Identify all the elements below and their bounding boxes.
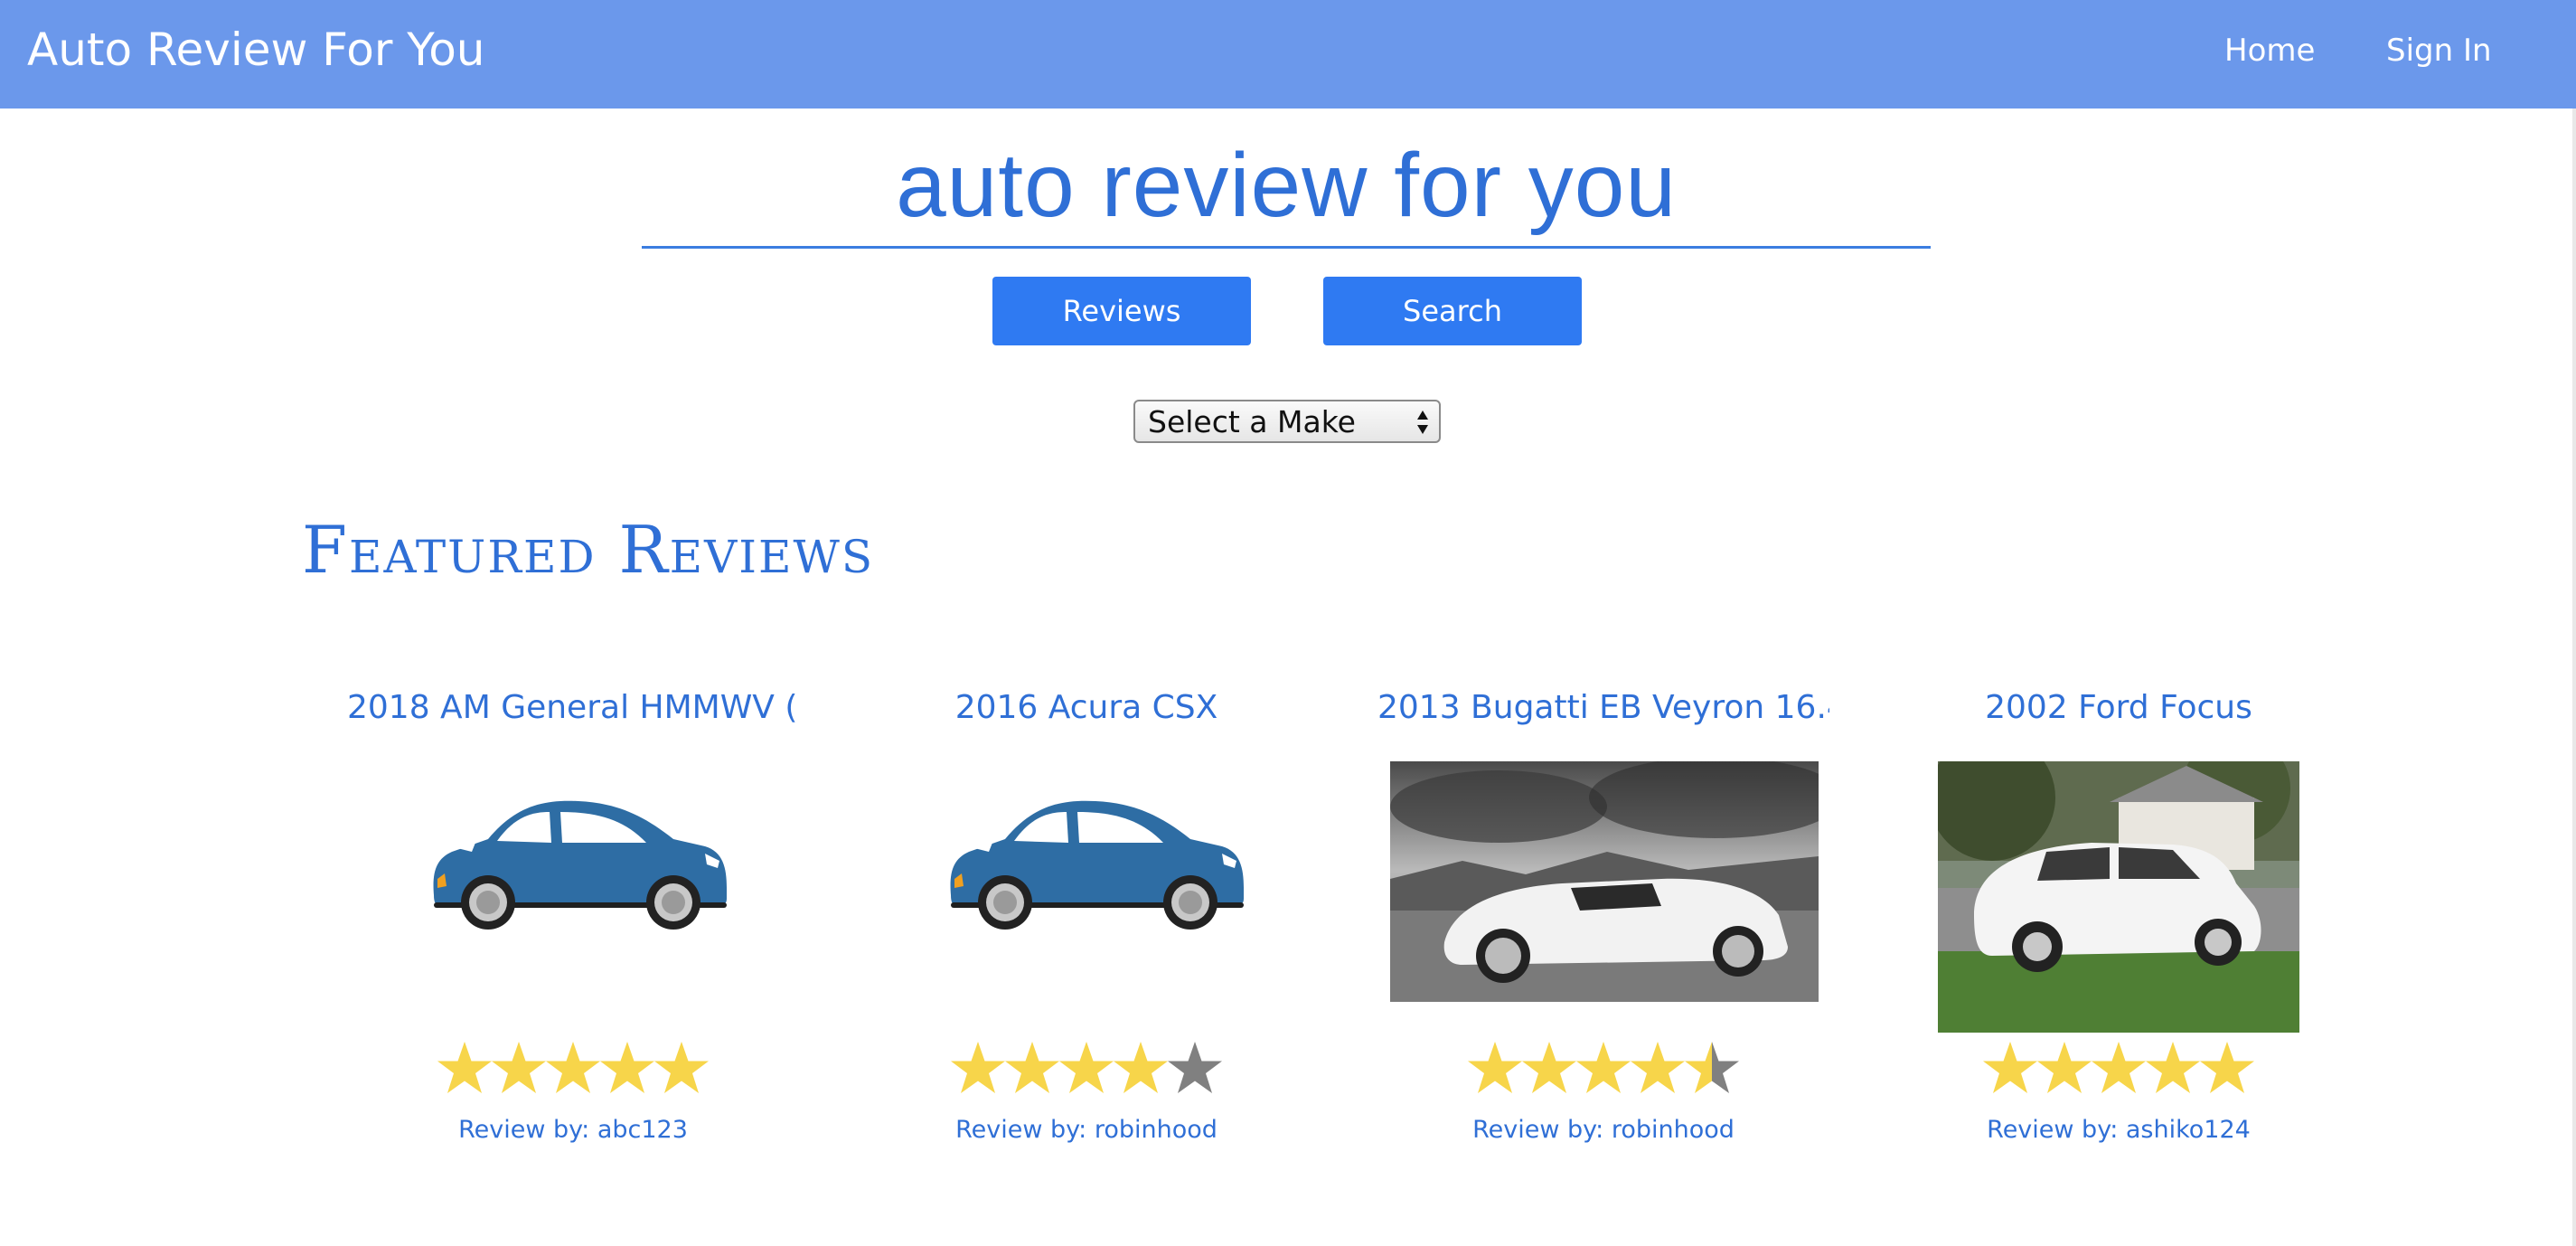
top-navbar: Auto Review For You Home Sign In [0,0,2576,109]
blue-car-icon[interactable] [425,787,732,931]
rating-stars [1377,1038,1829,1101]
star-filled-icon [2092,1042,2146,1093]
star-filled-icon [1468,1042,1522,1093]
make-select[interactable]: Select a Make [1133,400,1441,443]
star-filled-icon [1631,1042,1685,1093]
star-half-icon [1685,1042,1739,1093]
reviewer-label[interactable]: Review by: robinhood [860,1116,1312,1144]
white-ford-focus-photo[interactable] [1938,761,2299,1033]
white-bugatti-photo[interactable] [1390,761,1819,1002]
star-filled-icon [654,1042,709,1093]
star-filled-icon [1983,1042,2037,1093]
star-filled-icon [1114,1042,1168,1093]
hero-title: auto review for you [896,135,1677,236]
rating-stars [1893,1038,2345,1101]
star-filled-icon [492,1042,546,1093]
blue-car-icon[interactable] [942,787,1249,931]
review-card-title[interactable]: 2016 Acura CSX [860,689,1312,726]
star-filled-icon [1522,1042,1576,1093]
review-card[interactable]: 2018 AM General HMMWV (H Review by: abc1… [347,678,799,1157]
star-filled-icon [1005,1042,1059,1093]
star-filled-icon [1059,1042,1114,1093]
star-filled-icon [2037,1042,2092,1093]
review-card-title[interactable]: 2002 Ford Focus [1893,689,2345,726]
brand-title[interactable]: Auto Review For You [27,24,484,76]
scrollbar-track[interactable] [2572,109,2576,1246]
nav-signin-link[interactable]: Sign In [2386,33,2492,69]
star-filled-icon [2146,1042,2200,1093]
reviewer-label[interactable]: Review by: ashiko124 [1893,1116,2345,1144]
nav-home-link[interactable]: Home [2224,33,2315,69]
star-empty-icon [1168,1042,1222,1093]
make-select-value: Select a Make [1148,403,1356,439]
star-filled-icon [600,1042,654,1093]
star-filled-icon [951,1042,1005,1093]
review-card[interactable]: 2016 Acura CSX Review by: robinhood [860,678,1312,1157]
hero-divider [642,246,1931,249]
reviewer-label[interactable]: Review by: robinhood [1377,1116,1829,1144]
review-card-title[interactable]: 2013 Bugatti EB Veyron 16.4 [1377,689,1829,726]
reviews-button[interactable]: Reviews [992,277,1251,345]
select-arrows-icon [1417,411,1428,434]
review-card-title[interactable]: 2018 AM General HMMWV (H [347,689,799,726]
rating-stars [860,1038,1312,1101]
reviewer-label[interactable]: Review by: abc123 [347,1116,799,1144]
star-filled-icon [1576,1042,1631,1093]
star-filled-icon [546,1042,600,1093]
review-card[interactable]: 2013 Bugatti EB Veyron 16.4 Review by: r… [1377,678,1829,1157]
star-filled-icon [437,1042,492,1093]
review-card[interactable]: 2002 Ford Focus Review by: ashiko124 [1893,678,2345,1157]
star-filled-icon [2200,1042,2254,1093]
search-button[interactable]: Search [1323,277,1582,345]
rating-stars [347,1038,799,1101]
featured-reviews-heading: Featured Reviews [302,512,875,588]
